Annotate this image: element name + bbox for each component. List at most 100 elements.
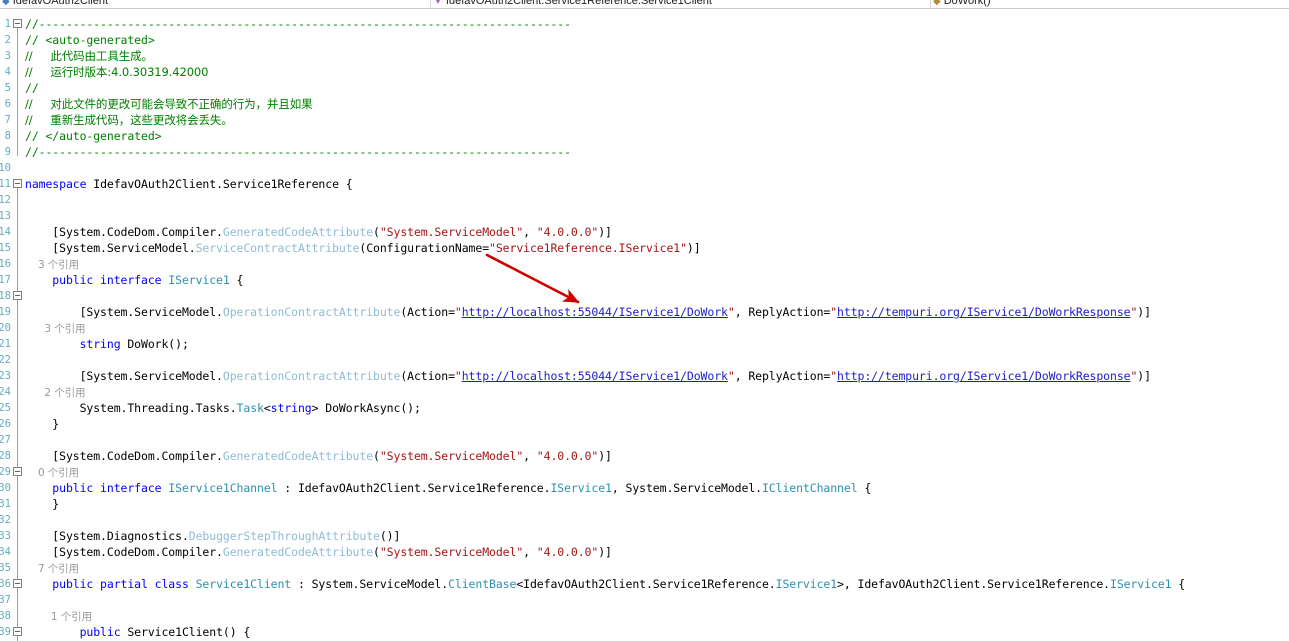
code-token: } [25, 497, 60, 511]
code-token: " [454, 305, 462, 319]
fold-region-line [17, 28, 18, 156]
code-line[interactable]: [System.Diagnostics.DebuggerStepThroughA… [25, 528, 400, 544]
navbar-separator-2 [930, 0, 931, 8]
code-token: IService1 [168, 273, 230, 287]
line-number: 29 [0, 466, 11, 478]
code-token: string [270, 401, 312, 415]
codelens-reference-count[interactable]: 2 个引用 [25, 384, 85, 400]
line-number: 4 [4, 66, 11, 78]
code-token: : System.ServiceModel. [291, 577, 449, 591]
codelens-label[interactable]: 2 个引用 [25, 387, 85, 399]
codelens-label[interactable]: 0 个引用 [25, 467, 79, 479]
line-number: 1 [4, 18, 11, 30]
fold-collapse-icon[interactable] [13, 19, 22, 28]
code-line[interactable]: // 此代码由工具生成。 [25, 48, 153, 64]
code-line[interactable]: } [25, 416, 59, 432]
code-token: "System.ServiceModel" [379, 225, 524, 239]
code-token: , System.ServiceModel. [611, 481, 762, 495]
code-token: [System.ServiceModel. [25, 305, 223, 319]
code-line[interactable]: //--------------------------------------… [25, 16, 571, 32]
line-number: 17 [0, 274, 11, 286]
code-line[interactable]: string DoWork(); [25, 336, 189, 352]
navbar-type-dropdown[interactable]: ▼ IdefavOAuth2Client.Service1Reference.Se… [433, 0, 903, 8]
code-token: public interface [25, 273, 169, 287]
code-token: // </auto-generated> [25, 129, 162, 143]
code-token: IService1 [1110, 577, 1172, 591]
code-token: IdefavOAuth2Client.Service1Reference { [86, 177, 353, 191]
line-number: 19 [0, 306, 11, 318]
code-token: < [263, 401, 271, 415]
code-line[interactable]: [System.CodeDom.Compiler.GeneratedCodeAt… [25, 224, 612, 240]
line-number: 26 [0, 418, 11, 430]
code-token: " [727, 369, 735, 383]
codelens-reference-count[interactable]: 0 个引用 [25, 464, 79, 480]
navbar-project-dropdown[interactable]: ◆ IdefavOAuth2Client [2, 0, 422, 8]
code-line[interactable]: } [25, 496, 59, 512]
code-line[interactable]: // 重新生成代码，这些更改将会丢失。 [25, 112, 233, 128]
codelens-label[interactable]: 3 个引用 [25, 259, 79, 271]
code-token: { [857, 481, 872, 495]
codelens-reference-count[interactable]: 7 个引用 [25, 560, 79, 576]
fold-collapse-icon[interactable] [13, 627, 22, 636]
code-token: (Action= [400, 305, 455, 319]
code-token: [System.ServiceModel. [25, 241, 196, 255]
code-line[interactable]: System.Threading.Tasks.Task<string> DoWo… [25, 400, 421, 416]
code-line[interactable]: [System.CodeDom.Compiler.GeneratedCodeAt… [25, 448, 612, 464]
code-line[interactable]: [System.CodeDom.Compiler.GeneratedCodeAt… [25, 544, 612, 560]
code-token: GeneratedCodeAttribute [222, 449, 374, 463]
code-line[interactable]: // 对此文件的更改可能会导致不正确的行为，并且如果 [25, 96, 313, 112]
fold-collapse-icon[interactable] [13, 467, 22, 476]
outlining-margin[interactable] [11, 9, 25, 641]
code-surface[interactable]: //--------------------------------------… [25, 9, 1289, 641]
codelens-label[interactable]: 3 个引用 [25, 323, 85, 335]
code-link[interactable]: http://localhost:55044/IService1/DoWork [462, 305, 728, 319]
code-line[interactable]: [System.ServiceModel.OperationContractAt… [25, 368, 1151, 384]
code-line[interactable]: public interface IService1 { [25, 272, 243, 288]
code-token: string [25, 337, 128, 351]
code-line[interactable]: // <auto-generated> [25, 32, 155, 48]
codelens-label[interactable]: 1 个引用 [25, 611, 92, 623]
code-token: >, IdefavOAuth2Client.Service1Reference. [837, 577, 1110, 591]
code-link[interactable]: http://tempuri.org/IService1/DoWorkRespo… [837, 369, 1131, 383]
code-line[interactable]: public interface IService1Channel : Idef… [25, 480, 871, 496]
line-number: 14 [0, 226, 11, 238]
code-token: public partial class [25, 577, 196, 591]
line-number: 3 [4, 50, 11, 62]
line-number: 34 [0, 546, 11, 558]
codelens-reference-count[interactable]: 3 个引用 [25, 256, 79, 272]
class-icon: ▼ [433, 0, 443, 7]
code-token: "System.ServiceModel" [379, 545, 524, 559]
fold-collapse-icon[interactable] [13, 579, 22, 588]
line-number: 13 [0, 210, 11, 222]
code-link[interactable]: http://tempuri.org/IService1/DoWorkRespo… [837, 305, 1131, 319]
code-token: IService1 [775, 577, 838, 591]
line-number: 10 [0, 162, 11, 174]
navigation-bar: ◆ IdefavOAuth2Client ▼ IdefavOAuth2Client.… [0, 0, 1289, 9]
line-number: 23 [0, 370, 11, 382]
codelens-reference-count[interactable]: 3 个引用 [25, 320, 85, 336]
code-line[interactable]: //--------------------------------------… [25, 144, 571, 160]
line-number: 37 [0, 594, 11, 606]
navbar-member-dropdown[interactable]: ◆ DoWork() [933, 0, 1263, 8]
code-line[interactable]: [System.ServiceModel.ServiceContractAttr… [25, 240, 700, 256]
codelens-reference-count[interactable]: 1 个引用 [25, 608, 92, 624]
fold-collapse-icon[interactable] [13, 291, 22, 300]
code-line[interactable]: namespace IdefavOAuth2Client.Service1Ref… [25, 176, 353, 192]
code-token: // 此代码由工具生成。 [25, 49, 153, 63]
code-line[interactable]: public partial class Service1Client : Sy… [25, 576, 1185, 592]
code-line[interactable]: public Service1Client() { [25, 624, 251, 640]
line-number: 2 [4, 34, 11, 46]
code-editor[interactable]: 1 2 3 4 5 6 7 8 9 10 11 12 13 14 15 16 17 18 19 20 21 22 23 24 2… [0, 9, 1289, 641]
code-token: ClientBase [448, 577, 517, 591]
codelens-label[interactable]: 7 个引用 [25, 563, 79, 575]
navbar-separator-1 [430, 0, 431, 8]
code-line[interactable]: [System.ServiceModel.OperationContractAt… [25, 304, 1151, 320]
code-token: , ReplyAction= [734, 369, 831, 383]
code-line[interactable]: // [25, 80, 39, 96]
fold-collapse-icon[interactable] [13, 179, 22, 188]
code-link[interactable]: http://localhost:55044/IService1/DoWork [462, 369, 728, 383]
code-line[interactable]: // 运行时版本:4.0.30319.42000 [25, 64, 208, 80]
code-token: "4.0.0.0" [536, 545, 599, 559]
line-number: 38 [0, 610, 11, 622]
code-line[interactable]: // </auto-generated> [25, 128, 162, 144]
